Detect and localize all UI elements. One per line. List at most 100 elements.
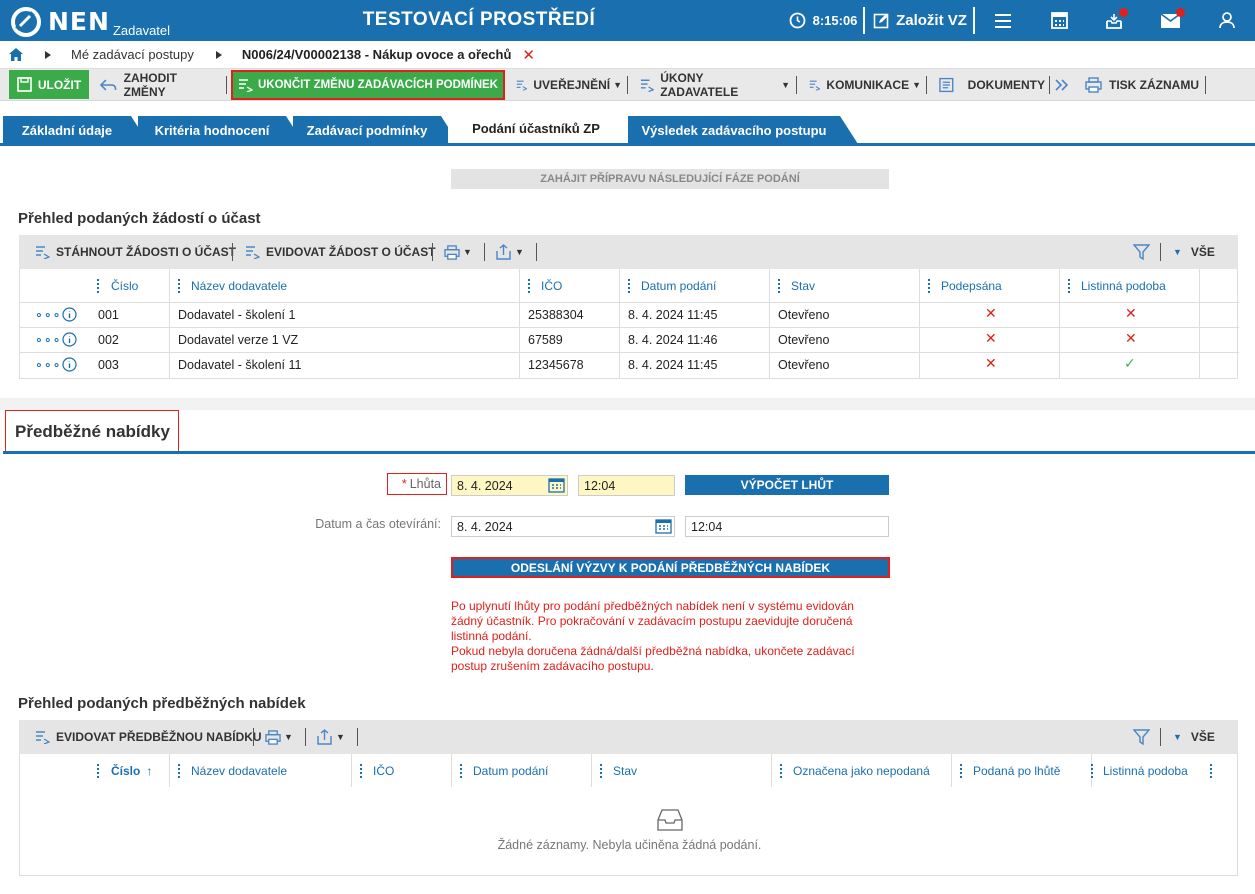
- print-menu-button[interactable]: ▼: [444, 235, 472, 269]
- offers-grid: Číslo ↑ Název dodavatele IČO Datum podání…: [19, 754, 1238, 876]
- column-header-date[interactable]: Datum podání: [473, 754, 548, 787]
- row-actions-icon[interactable]: ∘∘∘: [35, 352, 61, 377]
- column-menu-icon[interactable]: [1091, 764, 1093, 778]
- chevron-down-icon: ▼: [613, 79, 622, 90]
- register-offer-button[interactable]: EVIDOVAT PŘEDBĚŽNOU NABÍDKU: [35, 720, 262, 754]
- tab-procedure-result[interactable]: Výsledek zadávacího postupu: [628, 116, 858, 144]
- calculate-deadlines-button[interactable]: VÝPOČET LHŮT: [685, 475, 889, 495]
- publish-menu[interactable]: UVEŘEJNĚNÍ ▼: [516, 69, 622, 100]
- divider: [253, 728, 254, 746]
- column-menu-icon[interactable]: [528, 279, 530, 293]
- column-header-not-submitted[interactable]: Označena jako nepodaná: [793, 754, 930, 787]
- breadcrumb: Mé zadávací postupy N006/24/V00002138 - …: [0, 41, 1255, 69]
- column-header-date[interactable]: Datum podání: [641, 269, 716, 302]
- tab-tender-conditions[interactable]: Zadávací podmínky: [293, 116, 459, 144]
- column-menu-icon[interactable]: [178, 279, 180, 293]
- column-menu-icon[interactable]: [360, 764, 362, 778]
- info-icon[interactable]: [62, 352, 77, 377]
- calendar-icon[interactable]: [655, 518, 672, 534]
- finish-change-button[interactable]: UKONČIT ZMĚNU ZADÁVACÍCH PODMÍNEK: [231, 70, 505, 100]
- cell-status: Otevřeno: [778, 332, 830, 347]
- contracting-actions-menu[interactable]: ÚKONY ZADAVATELE ▼: [640, 69, 790, 100]
- tab-submissions[interactable]: Podání účastníků ZP: [448, 112, 624, 145]
- user-button[interactable]: [1214, 0, 1240, 41]
- documents-button[interactable]: DOKUMENTY: [939, 69, 1045, 100]
- session-time: 8:15:06: [787, 0, 859, 41]
- mail-button[interactable]: [1157, 0, 1183, 41]
- column-header-status[interactable]: Stav: [791, 269, 815, 302]
- column-menu-icon[interactable]: [1068, 279, 1070, 293]
- calendar-icon[interactable]: [548, 477, 565, 493]
- download-requests-button[interactable]: STÁHNOUT ŽÁDOSTI O ÚČAST: [35, 235, 236, 269]
- discard-button[interactable]: ZAHODIT ZMĚNY: [100, 69, 220, 100]
- column-menu-icon[interactable]: [600, 764, 602, 778]
- column-header-paper[interactable]: Listinná podoba: [1081, 269, 1166, 302]
- show-all-button[interactable]: ▼ VŠE: [1173, 235, 1215, 269]
- discard-label: ZAHODIT ZMĚNY: [123, 70, 177, 99]
- show-all-button[interactable]: ▼ VŠE: [1173, 720, 1215, 754]
- column-header-signed[interactable]: Podepsána: [941, 269, 1002, 302]
- deadline-time-input[interactable]: 12:04: [578, 475, 675, 496]
- print-menu-button[interactable]: ▼: [265, 720, 293, 754]
- action-toolbar: ULOŽIT ZAHODIT ZMĚNY UKONČIT ZMĚNU ZADÁV…: [0, 69, 1255, 101]
- offers-title: Přehled podaných předběžných nabídek: [18, 695, 306, 712]
- open-time-input[interactable]: 12:04: [685, 516, 889, 537]
- column-menu-icon[interactable]: [628, 279, 630, 293]
- save-button[interactable]: ULOŽIT: [9, 70, 89, 99]
- column-menu-icon[interactable]: [460, 764, 462, 778]
- requests-grid: Číslo Název dodavatele IČO Datum podání …: [19, 269, 1239, 379]
- export-menu-button[interactable]: ▼: [496, 235, 524, 269]
- column-menu-icon[interactable]: [780, 764, 782, 778]
- breadcrumb-item-procedures[interactable]: Mé zadávací postupy: [71, 47, 194, 62]
- column-header-number[interactable]: Číslo ↑: [111, 754, 152, 787]
- column-header-paper[interactable]: Listinná podoba: [1103, 754, 1188, 787]
- column-header-number[interactable]: Číslo: [111, 269, 138, 302]
- home-icon[interactable]: [9, 48, 23, 61]
- export-menu-button[interactable]: ▼: [317, 720, 345, 754]
- cross-icon: ✕: [1125, 330, 1137, 346]
- divider: [232, 243, 233, 261]
- menu-button[interactable]: [990, 0, 1016, 41]
- column-menu-icon[interactable]: [960, 764, 962, 778]
- send-invitation-button[interactable]: ODESLÁNÍ VÝZVY K PODÁNÍ PŘEDBĚŽNÝCH NABÍ…: [451, 557, 890, 578]
- tab-basic-info[interactable]: Základní údaje: [3, 116, 149, 144]
- column-menu-icon[interactable]: [97, 279, 99, 293]
- filter-button[interactable]: [1133, 235, 1150, 269]
- filter-button[interactable]: [1133, 720, 1150, 754]
- communication-menu[interactable]: KOMUNIKACE ▼: [809, 69, 921, 100]
- filter-icon: [1133, 243, 1150, 260]
- more-actions-button[interactable]: [1055, 69, 1073, 100]
- finish-change-label: UKONČIT ZMĚNU ZADÁVACÍCH PODMÍNEK: [257, 79, 498, 91]
- column-header-ico[interactable]: IČO: [541, 269, 562, 302]
- inbox-button[interactable]: [1101, 0, 1127, 41]
- start-next-phase-button[interactable]: ZAHÁJIT PŘÍPRAVU NÁSLEDUJÍCÍ FÁZE PODÁNÍ: [451, 169, 889, 189]
- row-actions-icon[interactable]: ∘∘∘: [35, 327, 61, 352]
- column-menu-icon[interactable]: [97, 764, 99, 778]
- tab-evaluation-criteria[interactable]: Kritéria hodnocení: [138, 116, 304, 144]
- column-menu-icon[interactable]: [928, 279, 930, 293]
- info-icon[interactable]: [62, 302, 77, 327]
- column-header-supplier[interactable]: Název dodavatele: [191, 754, 287, 787]
- column-menu-icon[interactable]: [778, 279, 780, 293]
- column-header-supplier[interactable]: Název dodavatele: [191, 269, 287, 302]
- chevron-right-icon: [215, 50, 222, 59]
- cell-supplier: Dodavatel - školení 11: [178, 357, 302, 372]
- download-requests-label: STÁHNOUT ŽÁDOSTI O ÚČAST: [56, 245, 236, 259]
- column-menu-icon[interactable]: [178, 764, 180, 778]
- column-header-status[interactable]: Stav: [613, 754, 637, 787]
- register-request-button[interactable]: EVIDOVAT ŽÁDOST O ÚČAST: [245, 235, 436, 269]
- divider: [627, 76, 628, 94]
- print-record-button[interactable]: TISK ZÁZNAMU: [1085, 69, 1200, 100]
- column-header-late[interactable]: Podaná po lhůtě: [973, 754, 1060, 787]
- list-action-icon: [640, 79, 655, 92]
- row-actions-icon[interactable]: ∘∘∘: [35, 302, 61, 327]
- menu-icon: [995, 13, 1011, 28]
- calculator-button[interactable]: [1046, 0, 1072, 41]
- create-vz-button[interactable]: Založit VZ: [869, 0, 971, 41]
- column-menu-icon[interactable]: [1210, 764, 1212, 778]
- documents-label: DOKUMENTY: [967, 77, 1045, 92]
- column-header-ico[interactable]: IČO: [373, 754, 394, 787]
- close-icon[interactable]: ✕: [522, 46, 535, 64]
- open-date-input[interactable]: 8. 4. 2024: [451, 516, 675, 537]
- info-icon[interactable]: [62, 327, 77, 352]
